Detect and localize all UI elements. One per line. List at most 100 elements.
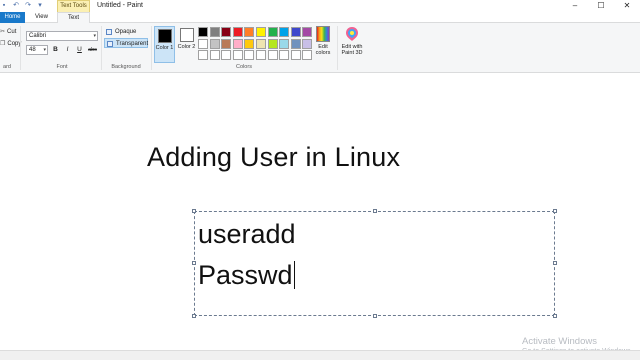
- edit-paint3d-label: Edit with Paint 3D: [341, 44, 363, 56]
- underline-button[interactable]: U: [75, 45, 84, 55]
- palette-color-swatch[interactable]: [221, 50, 232, 61]
- group-divider: [20, 26, 21, 70]
- transparent-icon: [107, 41, 113, 47]
- font-family-value: Calibri: [29, 33, 47, 39]
- palette-color-swatch[interactable]: [279, 38, 290, 49]
- edit-with-paint3d-button[interactable]: Edit with Paint 3D: [338, 26, 366, 56]
- palette-color-swatch[interactable]: [221, 38, 232, 49]
- resize-handle[interactable]: [553, 314, 557, 318]
- font-size-select[interactable]: 48 ▾: [26, 45, 48, 55]
- palette-color-swatch[interactable]: [209, 27, 220, 37]
- paint-window: ▪ ↶ ↷ ▾ Text Tools Untitled - Paint – ☐ …: [0, 0, 640, 360]
- palette-color-swatch[interactable]: [198, 38, 208, 49]
- palette-color-swatch[interactable]: [279, 50, 290, 61]
- palette-color-swatch[interactable]: [209, 38, 220, 49]
- palette-color-swatch[interactable]: [290, 27, 301, 37]
- colors-group-label: Colors: [236, 64, 252, 70]
- bold-button[interactable]: B: [51, 45, 60, 55]
- palette-color-swatch[interactable]: [255, 50, 266, 61]
- palette-color-swatch[interactable]: [232, 27, 243, 37]
- scissors-icon: ✂: [0, 29, 6, 35]
- background-group-label: Background: [111, 64, 141, 70]
- watermark-line-1: Activate Windows: [522, 336, 597, 347]
- copy-button[interactable]: ❐ Copy: [0, 40, 21, 48]
- customize-icon[interactable]: ▾: [36, 1, 44, 10]
- copy-icon: ❐: [0, 41, 6, 47]
- palette-color-swatch[interactable]: [267, 50, 278, 61]
- color-palette: [198, 27, 313, 61]
- resize-handle[interactable]: [373, 209, 377, 213]
- palette-color-swatch[interactable]: [244, 27, 255, 37]
- resize-handle[interactable]: [553, 209, 557, 213]
- color-2-label: Color 2: [177, 44, 196, 50]
- minimize-button[interactable]: –: [562, 0, 588, 12]
- palette-color-swatch[interactable]: [267, 38, 278, 49]
- color-2-swatch: [179, 28, 194, 42]
- text-caret: [293, 261, 295, 289]
- resize-handle[interactable]: [192, 261, 196, 265]
- resize-handle[interactable]: [553, 261, 557, 265]
- color-1-swatch: [157, 29, 172, 43]
- cut-label: Cut: [7, 28, 17, 35]
- opaque-label: Opaque: [115, 29, 137, 35]
- text-line-2-content: Passwd: [198, 260, 293, 290]
- group-divider: [151, 26, 152, 70]
- color-1-label: Color 1: [155, 45, 174, 51]
- canvas-heading-text: Adding User in Linux: [147, 142, 401, 172]
- palette-color-swatch[interactable]: [198, 50, 208, 61]
- window-controls: – ☐ ✕: [562, 0, 640, 12]
- palette-color-swatch[interactable]: [302, 27, 313, 37]
- edit-colors-label: Edit colors: [315, 44, 331, 56]
- tab-view[interactable]: View: [29, 12, 54, 23]
- tab-home[interactable]: Home: [0, 12, 25, 23]
- resize-handle[interactable]: [192, 209, 196, 213]
- palette-color-swatch[interactable]: [232, 50, 243, 61]
- undo-icon[interactable]: ↶: [12, 1, 20, 10]
- maximize-button[interactable]: ☐: [588, 0, 614, 12]
- palette-color-swatch[interactable]: [244, 38, 255, 49]
- paint3d-icon: [346, 27, 358, 41]
- palette-color-swatch[interactable]: [232, 38, 243, 49]
- font-group-label: Font: [56, 64, 68, 70]
- transparent-option[interactable]: Transparent: [104, 38, 148, 48]
- palette-color-swatch[interactable]: [244, 50, 255, 61]
- ribbon: ✂ Cut ❐ Copy ard Calibri ▾ 48 ▾ B I U ab…: [0, 23, 640, 73]
- edit-colors-button[interactable]: Edit colors: [312, 26, 334, 56]
- palette-color-swatch[interactable]: [279, 27, 290, 37]
- italic-button[interactable]: I: [63, 45, 72, 55]
- palette-color-swatch[interactable]: [290, 38, 301, 49]
- clipboard-group-label: ard: [3, 64, 11, 70]
- redo-icon[interactable]: ↷: [24, 1, 32, 10]
- resize-handle[interactable]: [192, 314, 196, 318]
- palette-color-swatch[interactable]: [302, 38, 313, 49]
- text-line-1: useradd: [198, 219, 296, 249]
- chevron-down-icon: ▾: [93, 33, 96, 39]
- text-line-2: Passwd: [198, 260, 295, 290]
- palette-color-swatch[interactable]: [198, 27, 208, 37]
- palette-color-swatch[interactable]: [267, 27, 278, 37]
- color-spectrum-icon: [316, 26, 330, 42]
- color-2-button[interactable]: Color 2: [176, 26, 197, 63]
- palette-color-swatch[interactable]: [290, 50, 301, 61]
- palette-color-swatch[interactable]: [302, 50, 313, 61]
- palette-color-swatch[interactable]: [255, 27, 266, 37]
- transparent-label: Transparent: [116, 41, 149, 47]
- close-button[interactable]: ✕: [614, 0, 640, 12]
- context-tab-title: Text Tools: [57, 0, 90, 12]
- opaque-icon: [106, 29, 112, 35]
- chevron-down-icon: ▾: [43, 47, 46, 53]
- palette-color-swatch[interactable]: [209, 50, 220, 61]
- text-box[interactable]: useradd Passwd: [192, 209, 557, 318]
- resize-handle[interactable]: [373, 314, 377, 318]
- cut-button[interactable]: ✂ Cut: [0, 28, 17, 36]
- strikethrough-button[interactable]: abc: [86, 45, 99, 55]
- palette-color-swatch[interactable]: [221, 27, 232, 37]
- save-icon[interactable]: ▪: [0, 1, 8, 10]
- font-size-value: 48: [29, 47, 36, 53]
- opaque-option[interactable]: Opaque: [104, 27, 148, 37]
- font-family-select[interactable]: Calibri ▾: [26, 31, 98, 41]
- color-1-button[interactable]: Color 1: [154, 26, 175, 63]
- window-title: Untitled - Paint: [97, 2, 143, 9]
- quick-access-toolbar: ▪ ↶ ↷ ▾: [0, 1, 44, 10]
- palette-color-swatch[interactable]: [255, 38, 266, 49]
